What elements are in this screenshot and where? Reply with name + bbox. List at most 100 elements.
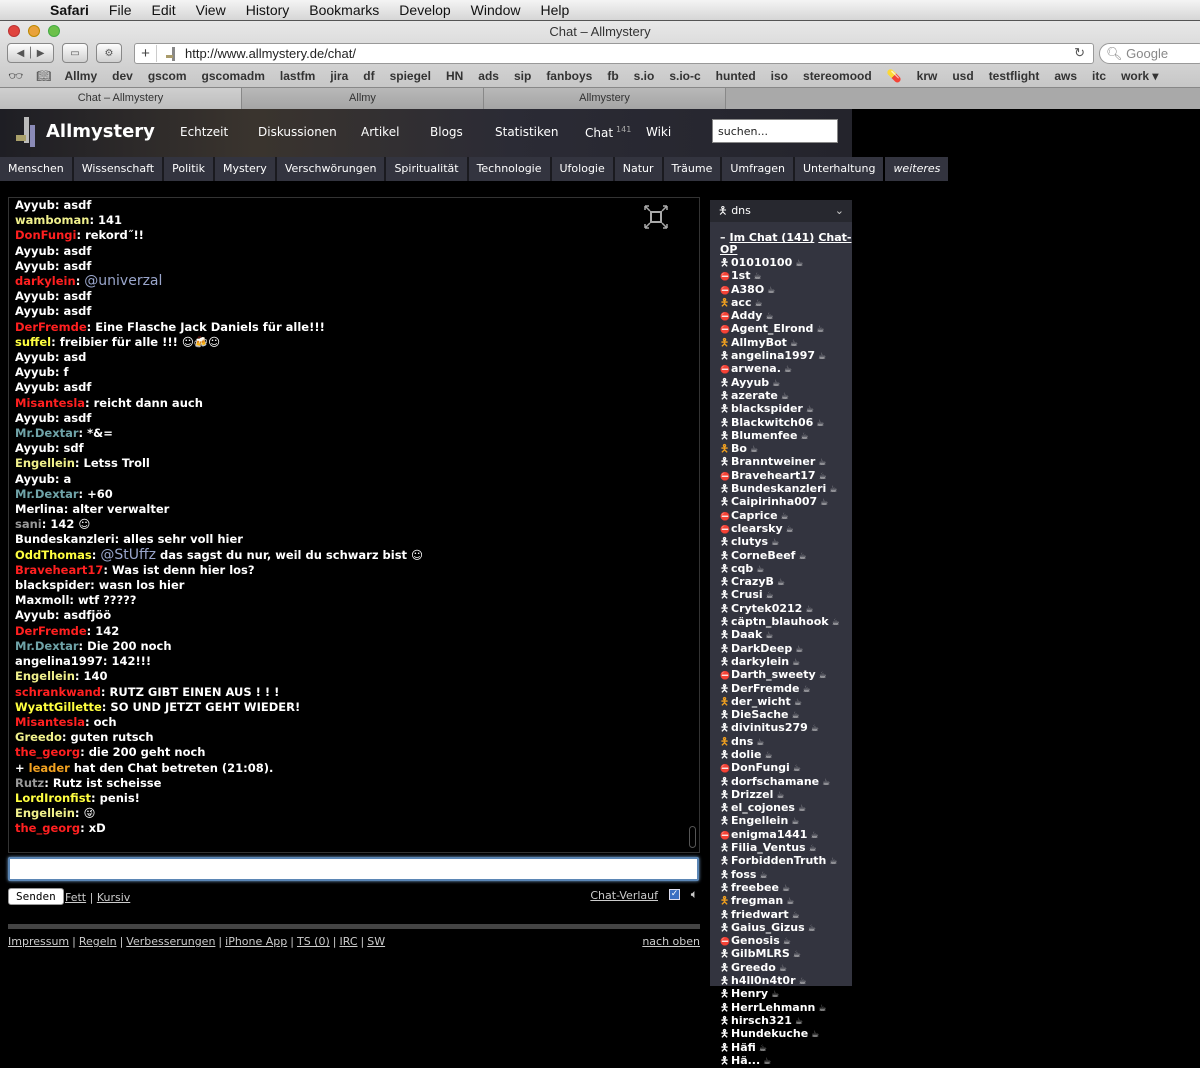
nav-wiki[interactable]: Wiki: [646, 125, 671, 139]
bookmark-item[interactable]: usd: [952, 69, 973, 83]
footer-link[interactable]: Impressum: [8, 935, 69, 948]
bookmark-item[interactable]: gscomadm: [202, 69, 265, 83]
user-name[interactable]: acc: [731, 296, 751, 309]
bookmark-item[interactable]: stereomood: [803, 69, 872, 83]
message-username[interactable]: Ayyub: [15, 608, 55, 622]
user-list-item[interactable]: 🯅 friedwart ☕︎: [720, 908, 852, 922]
message-username[interactable]: Engellein: [15, 669, 75, 683]
user-name[interactable]: Gaius_Gizus: [731, 921, 805, 934]
user-list-item[interactable]: 🯅 HerrLehmann ☕︎: [720, 1001, 852, 1015]
mention[interactable]: @univerzal: [84, 273, 162, 289]
user-list-item[interactable]: 🯅 Branntweiner ☕︎: [720, 456, 852, 469]
in-chat-count-link[interactable]: Im Chat (141): [730, 231, 815, 244]
apple-menu-icon[interactable]: [18, 2, 36, 18]
footer-link[interactable]: IRC: [339, 935, 357, 948]
user-name[interactable]: Crytek0212: [731, 602, 802, 615]
footer-link[interactable]: SW: [367, 935, 385, 948]
user-name[interactable]: friedwart: [731, 908, 789, 921]
user-list-item[interactable]: ⛔1st ☕︎: [720, 270, 852, 283]
user-name[interactable]: 01010100: [731, 256, 792, 269]
fullscreen-icon[interactable]: [643, 204, 669, 230]
bookmark-item[interactable]: aws: [1054, 69, 1077, 83]
message-username[interactable]: Ayyub: [15, 380, 55, 394]
user-name[interactable]: DerFremde: [731, 682, 800, 695]
user-list-item[interactable]: ⛔Darth_sweety ☕︎: [720, 669, 852, 682]
user-list-item[interactable]: 🯅 AllmyBot ☕︎: [720, 336, 852, 350]
user-list-item[interactable]: 🯅 cqb ☕︎: [720, 562, 852, 576]
category-ufologie[interactable]: Ufologie: [551, 157, 613, 181]
user-name[interactable]: clutys: [731, 535, 768, 548]
message-username[interactable]: Bundeskanzleri: [15, 532, 115, 546]
message-username[interactable]: Ayyub: [15, 411, 55, 425]
bookmark-item[interactable]: s.io-c: [669, 69, 700, 83]
footer-link[interactable]: iPhone App: [225, 935, 287, 948]
footer-link[interactable]: TS (0): [297, 935, 330, 948]
user-name[interactable]: CorneBeef: [731, 549, 795, 562]
message-username[interactable]: Ayyub: [15, 289, 55, 303]
url-text[interactable]: http://www.allmystery.de/chat/: [185, 46, 356, 61]
menu-view[interactable]: View: [196, 2, 226, 18]
menu-develop[interactable]: Develop: [399, 2, 450, 18]
user-list-item[interactable]: 🯅 Crusi ☕︎: [720, 589, 852, 602]
pill-bookmark-icon[interactable]: 💊: [887, 69, 902, 83]
user-list-item[interactable]: 🯅 cäptn_blauhook ☕︎: [720, 615, 852, 629]
category-weiteres[interactable]: weiteres: [885, 157, 949, 181]
user-name[interactable]: Genosis: [731, 934, 780, 947]
user-list-item[interactable]: 🯅 Bo ☕︎: [720, 443, 852, 456]
current-user-dropdown[interactable]: 🯅︎ dns ⌄: [710, 200, 852, 222]
user-name[interactable]: divinitus279: [731, 721, 808, 734]
bookmark-item[interactable]: ads: [478, 69, 499, 83]
user-name[interactable]: Filia_Ventus: [731, 841, 806, 854]
settings-button[interactable]: ⚙: [96, 43, 122, 63]
message-username[interactable]: OddThomas: [15, 548, 92, 562]
message-username[interactable]: blackspider: [15, 578, 90, 592]
message-username[interactable]: Engellein: [15, 806, 75, 820]
address-bar[interactable]: + http://www.allmystery.de/chat/ ↻: [134, 43, 1094, 64]
user-list-item[interactable]: 🯅 Ayyub ☕︎: [720, 376, 852, 390]
message-username[interactable]: sani: [15, 517, 42, 531]
user-name[interactable]: Häfi: [731, 1041, 756, 1054]
user-name[interactable]: h4ll0n4t0r: [731, 974, 796, 987]
user-list-item[interactable]: 🯅 dns ☕︎: [720, 735, 852, 749]
category-technologie[interactable]: Technologie: [468, 157, 550, 181]
user-list-item[interactable]: 🯅 Hä... ☕︎: [720, 1054, 852, 1068]
message-username[interactable]: Mr.Dextar: [15, 426, 79, 440]
user-list-item[interactable]: 🯅 Drizzel ☕︎: [720, 788, 852, 802]
user-list-item[interactable]: 🯅 clutys ☕︎: [720, 536, 852, 549]
user-list-item[interactable]: 🯅 Engellein ☕︎: [720, 815, 852, 828]
user-name[interactable]: Bundeskanzleri: [731, 482, 826, 495]
message-username[interactable]: schrankwand: [15, 685, 101, 699]
message-username[interactable]: Ayyub: [15, 304, 55, 318]
forward-icon[interactable]: ▶: [37, 48, 45, 59]
user-name[interactable]: cäptn_blauhook: [731, 615, 829, 628]
user-list-item[interactable]: 🯅 Hundekuche ☕︎: [720, 1028, 852, 1041]
user-name[interactable]: DieSache: [731, 708, 789, 721]
user-list-item[interactable]: 🯅 GilbMLRS ☕︎: [720, 948, 852, 961]
message-username[interactable]: Misantesla: [15, 396, 85, 410]
category-natur[interactable]: Natur: [614, 157, 662, 181]
browser-tab[interactable]: Allmystery: [484, 88, 726, 109]
user-name[interactable]: Henry: [731, 987, 768, 1000]
bookmark-item[interactable]: lastfm: [280, 69, 315, 83]
message-username[interactable]: Ayyub: [15, 198, 55, 212]
sidebar-button[interactable]: ▭: [62, 43, 88, 63]
speaker-icon[interactable]: 🔈︎: [691, 887, 698, 902]
user-list-item[interactable]: 🯅 Bundeskanzleri ☕︎: [720, 482, 852, 496]
user-list-item[interactable]: 🯅 Häfi ☕︎: [720, 1041, 852, 1055]
user-list-item[interactable]: ⛔arwena. ☕︎: [720, 363, 852, 376]
nav-statistiken[interactable]: Statistiken: [495, 125, 559, 139]
add-bookmark-icon[interactable]: +: [135, 45, 157, 62]
user-name[interactable]: Drizzel: [731, 788, 773, 801]
message-username[interactable]: WyattGillette: [15, 700, 102, 714]
bookmark-item[interactable]: testflight: [989, 69, 1040, 83]
message-username[interactable]: Maxmoll: [15, 593, 69, 607]
italic-link[interactable]: Kursiv: [97, 891, 130, 904]
nav-blogs[interactable]: Blogs: [430, 125, 463, 139]
chevron-down-icon[interactable]: ⌄: [835, 200, 844, 222]
site-search-input[interactable]: suchen...: [712, 119, 838, 143]
user-name[interactable]: Bo: [731, 442, 747, 455]
user-list-item[interactable]: 🯅 dolie ☕︎: [720, 748, 852, 762]
message-username[interactable]: Misantesla: [15, 715, 85, 729]
user-name[interactable]: dns: [731, 735, 753, 748]
message-username[interactable]: LordIronfist: [15, 791, 91, 805]
